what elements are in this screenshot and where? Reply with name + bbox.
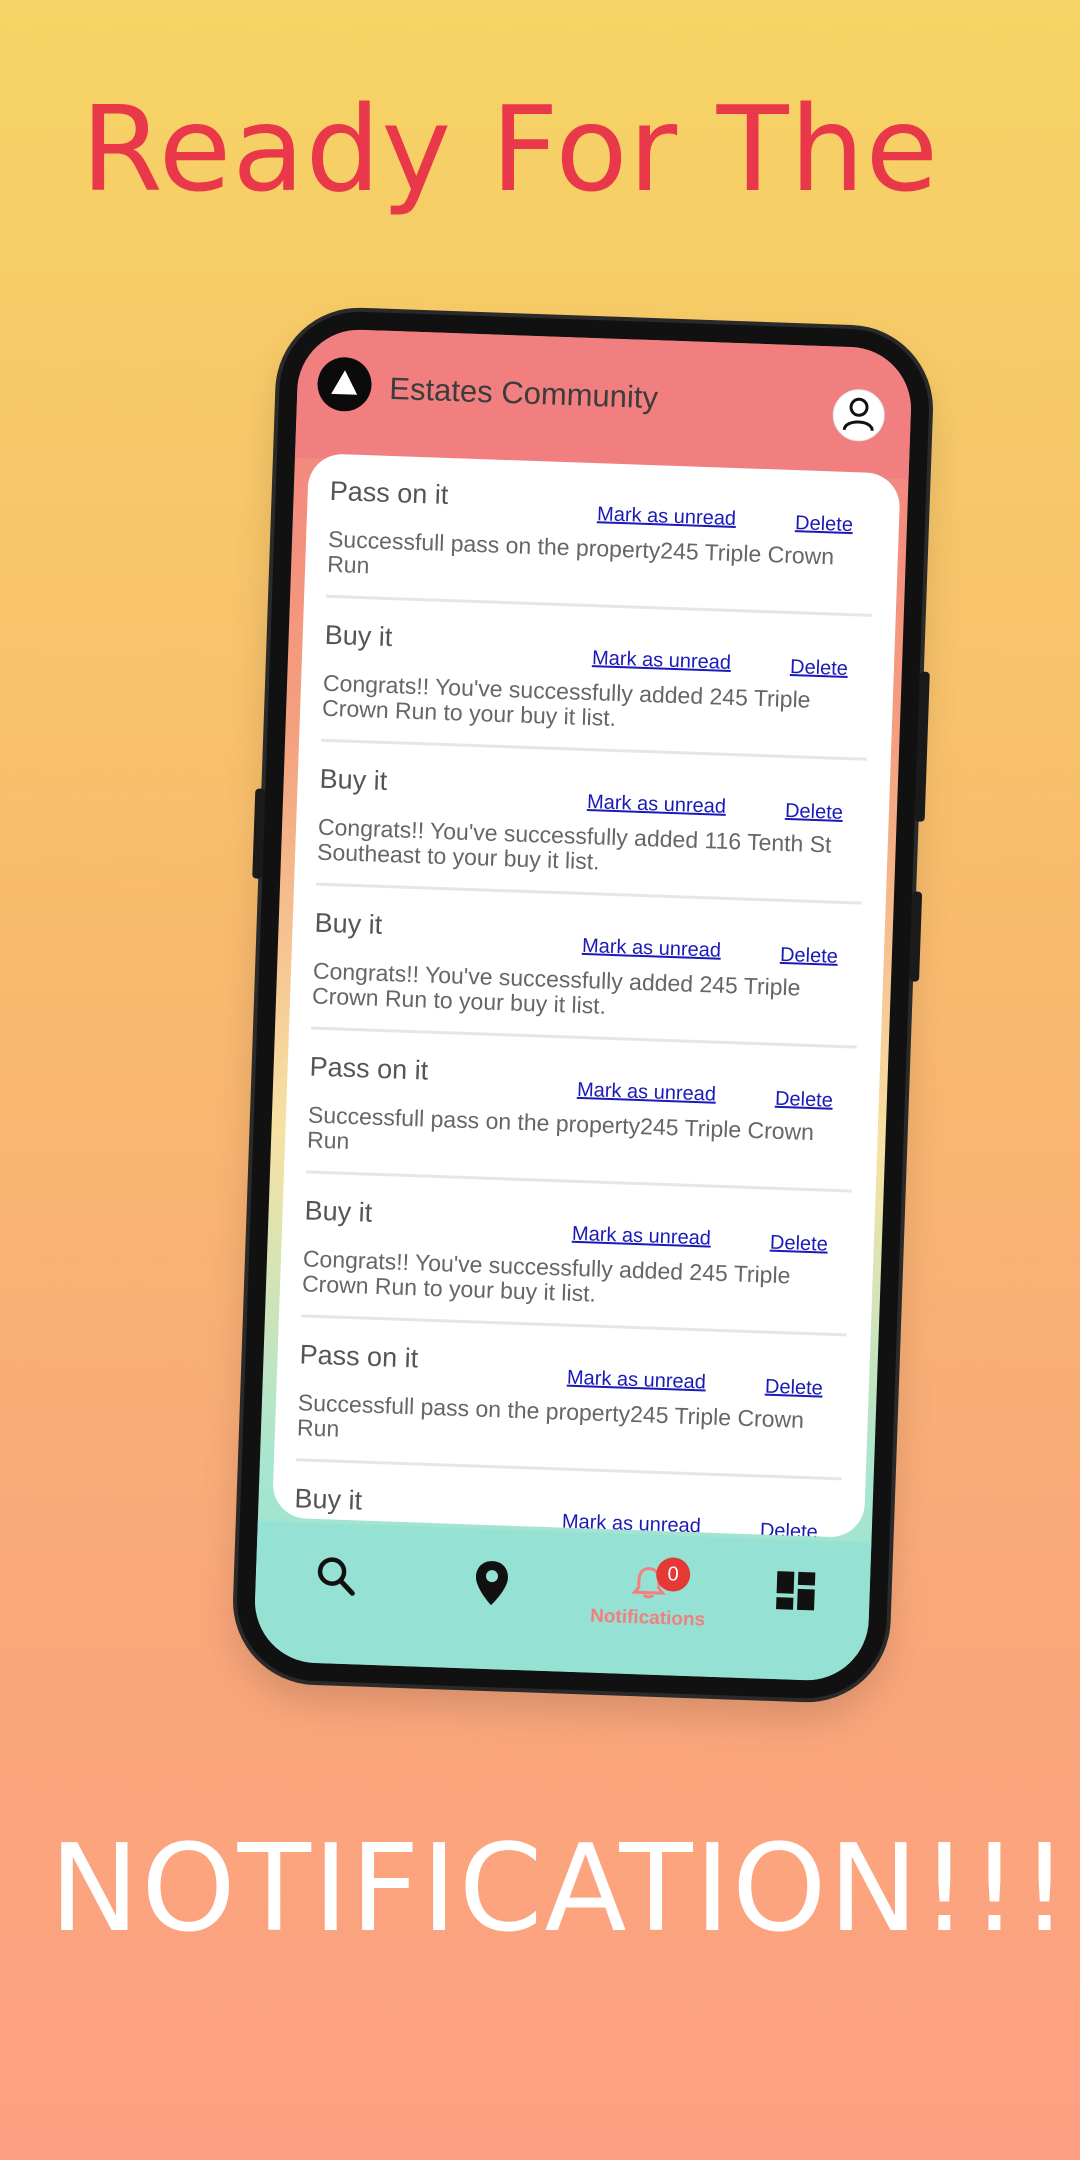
mark-as-unread-link[interactable]: Mark as unread — [582, 935, 722, 963]
notification-item[interactable]: Buy it Mark as unread Delete Congrats!! … — [300, 1173, 852, 1337]
delete-link[interactable]: Delete — [780, 944, 839, 969]
delete-link[interactable]: Delete — [775, 1088, 834, 1113]
mark-as-unread-link[interactable]: Mark as unread — [587, 791, 727, 819]
promo-headline-top: Ready For The — [80, 80, 940, 218]
notification-message: Congrats!! You've successfully added 245… — [311, 957, 801, 1019]
delete-link[interactable]: Delete — [790, 656, 849, 681]
mark-as-unread-link[interactable]: Mark as unread — [572, 1223, 712, 1251]
mark-as-unread-link[interactable]: Mark as unread — [577, 1079, 717, 1107]
notification-title: Buy it — [304, 1195, 373, 1228]
mark-as-unread-link[interactable]: Mark as unread — [567, 1367, 707, 1395]
app-title: Estates Community — [388, 370, 659, 416]
search-icon — [313, 1557, 358, 1603]
notification-title: Pass on it — [299, 1339, 419, 1374]
notification-title: Pass on it — [329, 475, 449, 510]
delete-link[interactable]: Delete — [765, 1376, 824, 1401]
notifications-list[interactable]: Pass on it Mark as unread Delete Success… — [271, 453, 901, 1539]
notification-message: Congrats!! You've successfully added 116… — [316, 813, 832, 875]
notification-title: Buy it — [319, 763, 388, 797]
mark-as-unread-link[interactable]: Mark as unread — [597, 503, 737, 531]
notification-item[interactable]: Buy it Mark as unread Delete Congrats!! … — [316, 741, 867, 905]
profile-icon[interactable] — [831, 388, 886, 443]
notification-item[interactable]: Pass on it Mark as unread Delete Success… — [295, 1317, 847, 1481]
notification-title: Buy it — [314, 907, 383, 940]
notification-message: Successfull pass on the property245 Trip… — [326, 525, 835, 579]
notification-title: Buy it — [294, 1483, 363, 1516]
nav-dashboard[interactable] — [754, 1568, 836, 1641]
notification-message: Congrats!! You've successfully added 245… — [321, 669, 811, 731]
notification-item[interactable]: Buy it Mark as unread Delete Congrats!! … — [310, 885, 862, 1049]
phone-power-button — [909, 891, 923, 982]
dashboard-icon — [774, 1571, 817, 1616]
notification-title: Buy it — [324, 619, 393, 653]
app-logo-icon[interactable] — [316, 356, 373, 413]
notification-item[interactable]: Pass on it Mark as unread Delete Success… — [326, 453, 877, 617]
bottom-nav: 0 Notifications — [252, 1520, 872, 1683]
bell-icon — [630, 1567, 667, 1605]
notification-message: Congrats!! You've successfully added 245… — [301, 1245, 791, 1307]
nav-notifications-label: Notifications — [589, 1605, 706, 1631]
notification-item[interactable]: Buy it Mark as unread Delete Congrats!! … — [321, 597, 872, 761]
delete-link[interactable]: Delete — [760, 1520, 819, 1539]
notification-item[interactable]: Pass on it Mark as unread Delete Success… — [305, 1029, 857, 1193]
nav-notifications[interactable]: 0 Notifications — [562, 1556, 734, 1638]
delete-link[interactable]: Delete — [795, 512, 854, 537]
phone-screen: Estates Community Pass on it Mark as unr… — [252, 327, 914, 1683]
phone-frame: Estates Community Pass on it Mark as unr… — [234, 309, 932, 1701]
notification-count-badge: 0 — [655, 1556, 691, 1593]
notification-message: Successfull pass on the property245 Trip… — [306, 1101, 815, 1154]
promo-headline-bottom: NOTIFICATION!!! — [49, 1820, 1071, 1959]
nav-search[interactable] — [294, 1552, 376, 1625]
phone-volume-button — [914, 671, 930, 822]
location-pin-icon — [473, 1561, 510, 1612]
phone-side-button — [252, 788, 266, 879]
delete-link[interactable]: Delete — [770, 1232, 829, 1257]
notification-message: Successfull pass on the property245 Trip… — [296, 1389, 805, 1442]
delete-link[interactable]: Delete — [785, 800, 844, 825]
nav-map[interactable] — [450, 1558, 532, 1631]
notification-title: Pass on it — [309, 1051, 429, 1086]
mark-as-unread-link[interactable]: Mark as unread — [592, 647, 732, 675]
